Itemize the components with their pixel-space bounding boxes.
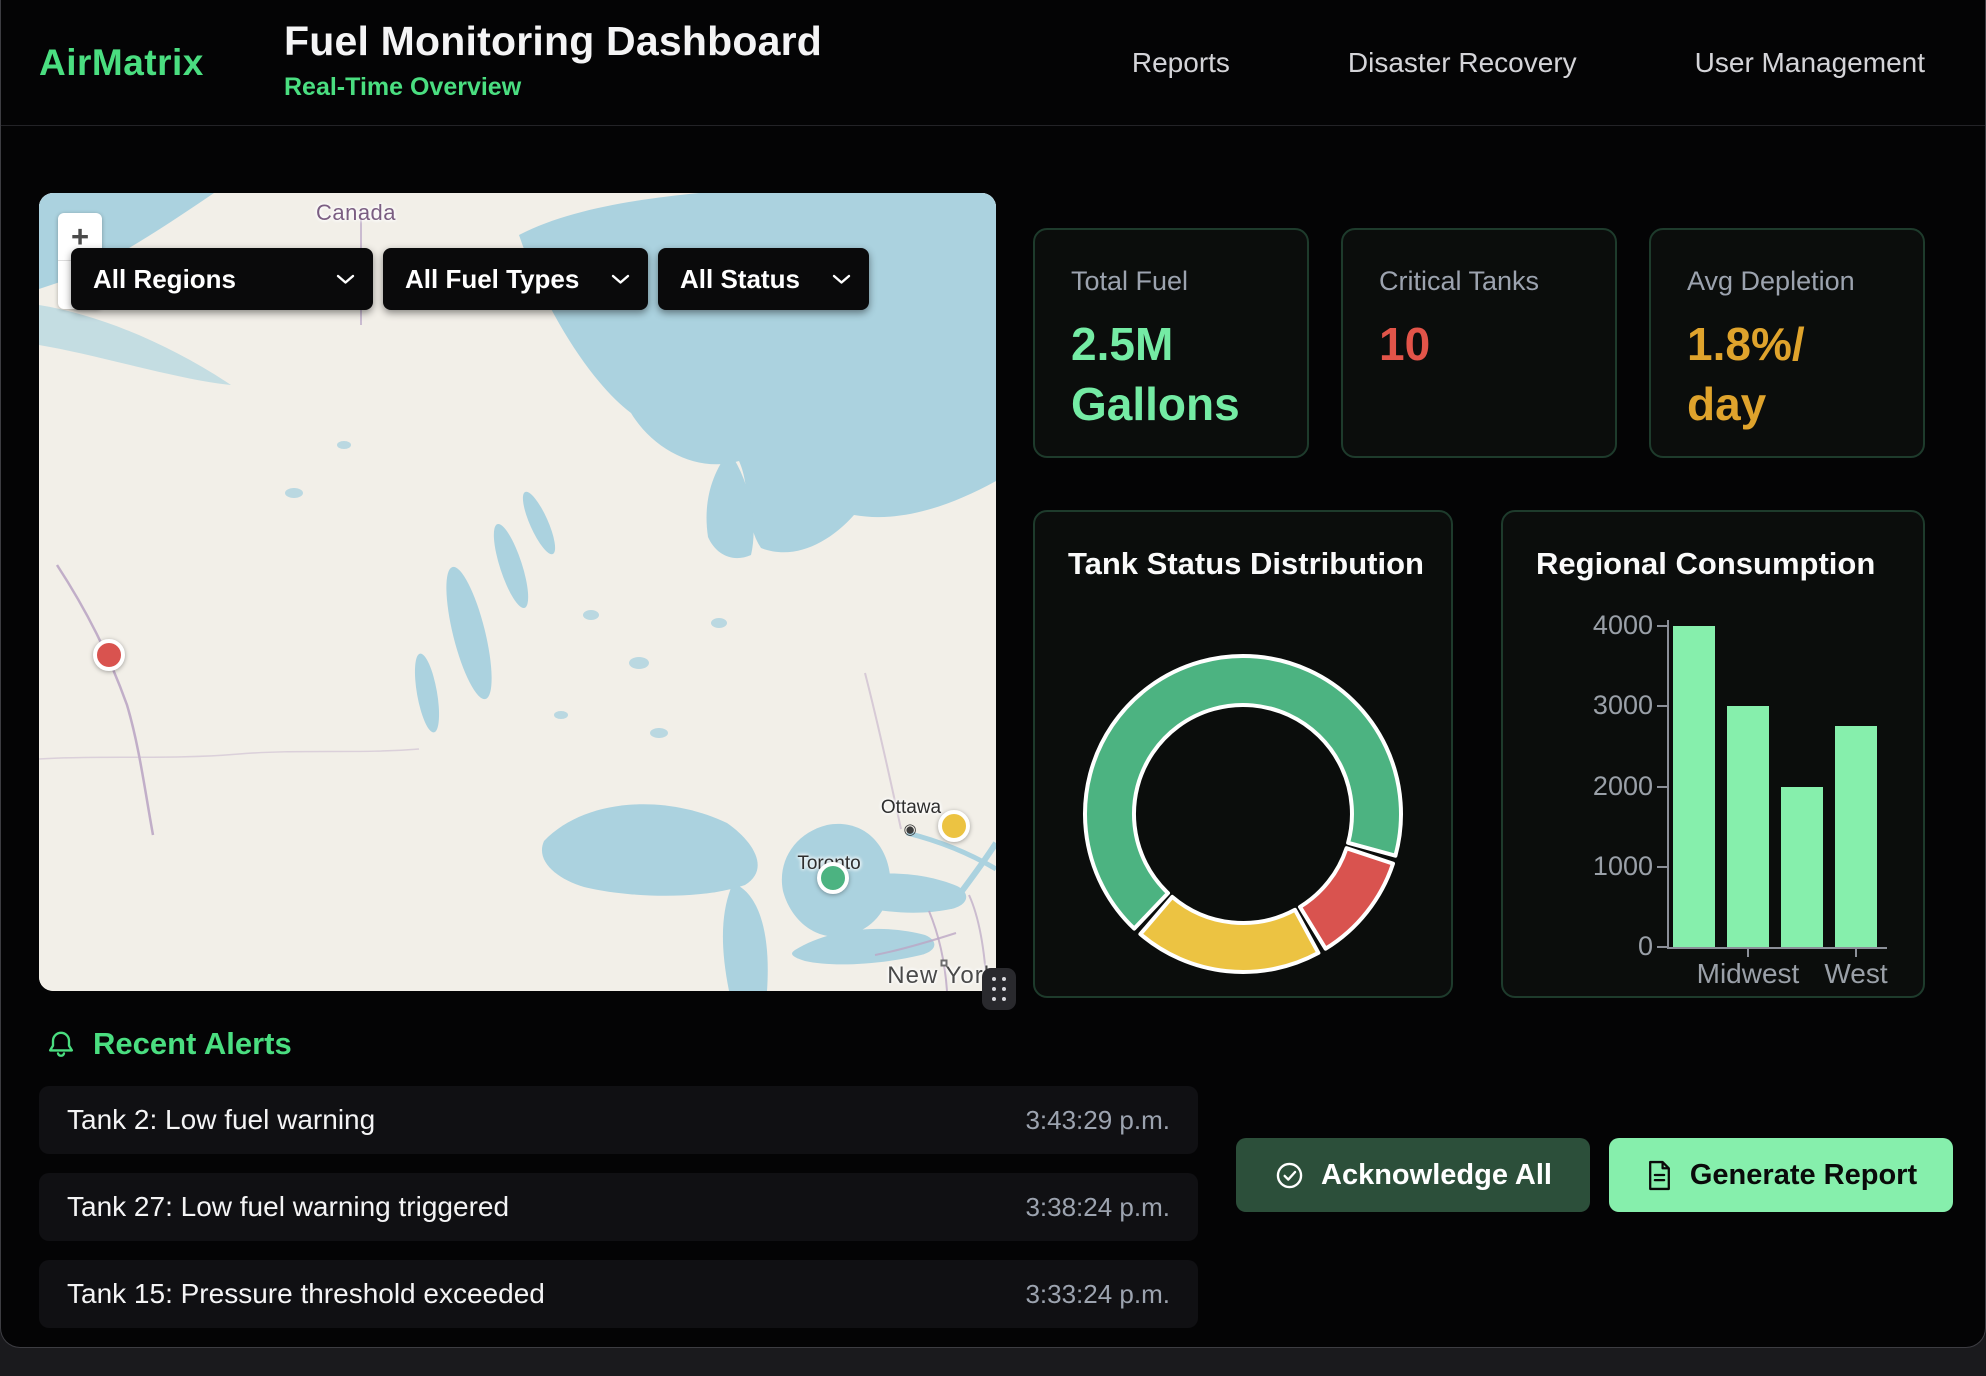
y-tick-mark — [1657, 625, 1667, 627]
y-tick-mark — [1657, 866, 1667, 868]
y-tick-mark — [1657, 705, 1667, 707]
alert-timestamp: 3:38:24 p.m. — [1025, 1192, 1170, 1223]
nav-item-user-management[interactable]: User Management — [1695, 47, 1925, 79]
y-axis-line — [1667, 620, 1669, 949]
fuel-map[interactable]: Canada Ottawa ◉ Toronto New York + All R… — [39, 193, 996, 991]
page-title: Fuel Monitoring Dashboard — [284, 18, 822, 65]
check-circle-icon — [1274, 1160, 1305, 1191]
alert-row[interactable]: Tank 27: Low fuel warning triggered 3:38… — [39, 1173, 1198, 1241]
stat-label: Total Fuel — [1071, 266, 1271, 297]
title-block: Fuel Monitoring Dashboard Real-Time Over… — [284, 18, 822, 102]
alert-text: Tank 27: Low fuel warning triggered — [67, 1191, 509, 1223]
alert-timestamp: 3:33:24 p.m. — [1025, 1279, 1170, 1310]
bar-Midwest — [1727, 706, 1769, 947]
page-subtitle: Real-Time Overview — [284, 73, 822, 102]
alert-text: Tank 2: Low fuel warning — [67, 1104, 375, 1136]
y-tick-label: 1000 — [1541, 851, 1653, 882]
donut-segment-warning — [1140, 897, 1318, 972]
x-tick-mark — [1747, 949, 1749, 957]
stat-label: Critical Tanks — [1379, 266, 1579, 297]
top-bar: AirMatrix Fuel Monitoring Dashboard Real… — [1, 0, 1985, 126]
brand-logo: AirMatrix — [39, 42, 204, 84]
dashboard-window: AirMatrix Fuel Monitoring Dashboard Real… — [0, 0, 1986, 1348]
chevron-down-icon — [336, 274, 355, 285]
stat-value: 10 — [1379, 315, 1579, 375]
region-filter-select[interactable]: All Regions — [71, 248, 373, 310]
alert-row[interactable]: Tank 2: Low fuel warning 3:43:29 p.m. — [39, 1086, 1198, 1154]
alert-row[interactable]: Tank 15: Pressure threshold exceeded 3:3… — [39, 1260, 1198, 1328]
nav-item-reports[interactable]: Reports — [1132, 47, 1230, 79]
y-tick-label: 4000 — [1541, 610, 1653, 641]
y-tick-mark — [1657, 786, 1667, 788]
alerts-title: Recent Alerts — [93, 1026, 292, 1062]
alert-text: Tank 15: Pressure threshold exceeded — [67, 1278, 545, 1310]
y-tick-label: 2000 — [1541, 771, 1653, 802]
document-icon — [1645, 1160, 1674, 1191]
stat-card-critical-tanks: Critical Tanks 10 — [1341, 228, 1617, 458]
acknowledge-all-button[interactable]: Acknowledge All — [1236, 1138, 1590, 1212]
alerts-header: Recent Alerts — [45, 1026, 292, 1062]
chevron-down-icon — [611, 274, 630, 285]
tank-marker-warning[interactable] — [938, 810, 970, 842]
y-tick-label: 3000 — [1541, 690, 1653, 721]
map-filters: All Regions All Fuel Types All Status — [71, 248, 869, 310]
x-tick-mark — [1855, 949, 1857, 957]
stat-card-total-fuel: Total Fuel 2.5MGallons — [1033, 228, 1309, 458]
donut-segment-critical — [1300, 848, 1393, 949]
map-label-ottawa: Ottawa — [881, 797, 941, 819]
tank-marker-critical[interactable] — [93, 639, 125, 671]
acknowledge-all-label: Acknowledge All — [1321, 1159, 1552, 1192]
fuel-type-filter-select[interactable]: All Fuel Types — [383, 248, 648, 310]
y-tick-label: 0 — [1541, 931, 1653, 962]
chevron-down-icon — [832, 274, 851, 285]
region-filter-value: All Regions — [93, 264, 236, 295]
tank-status-donut-chart — [1035, 512, 1455, 1000]
tank-marker-normal[interactable] — [817, 862, 849, 894]
regional-consumption-bar-chart: 01000200030004000MidwestWest — [1503, 512, 1927, 1000]
status-filter-value: All Status — [680, 264, 800, 295]
y-tick-mark — [1657, 946, 1667, 948]
bar-col3 — [1781, 787, 1823, 948]
bar-col1 — [1673, 626, 1715, 947]
stat-card-avg-depletion: Avg Depletion 1.8%/day — [1649, 228, 1925, 458]
stat-value: 1.8%/day — [1687, 315, 1887, 435]
capital-marker-icon: ◉ — [903, 820, 916, 838]
x-tick-label: West — [1786, 958, 1926, 990]
town-dot-icon — [941, 960, 948, 967]
main-nav: Reports Disaster Recovery User Managemen… — [1132, 0, 1925, 126]
x-axis-line — [1667, 947, 1887, 949]
tank-status-panel: Tank Status Distribution — [1033, 510, 1453, 998]
generate-report-label: Generate Report — [1690, 1159, 1917, 1192]
bar-West — [1835, 726, 1877, 947]
regional-consumption-panel: Regional Consumption 01000200030004000Mi… — [1501, 510, 1925, 998]
map-label-canada: Canada — [316, 200, 396, 226]
nav-item-disaster-recovery[interactable]: Disaster Recovery — [1348, 47, 1577, 79]
stat-value: 2.5MGallons — [1071, 315, 1271, 435]
stat-label: Avg Depletion — [1687, 266, 1887, 297]
status-filter-select[interactable]: All Status — [658, 248, 869, 310]
generate-report-button[interactable]: Generate Report — [1609, 1138, 1953, 1212]
drag-handle-icon[interactable] — [982, 968, 1016, 1010]
bell-icon — [45, 1028, 77, 1060]
alert-timestamp: 3:43:29 p.m. — [1025, 1105, 1170, 1136]
fuel-type-filter-value: All Fuel Types — [405, 264, 579, 295]
